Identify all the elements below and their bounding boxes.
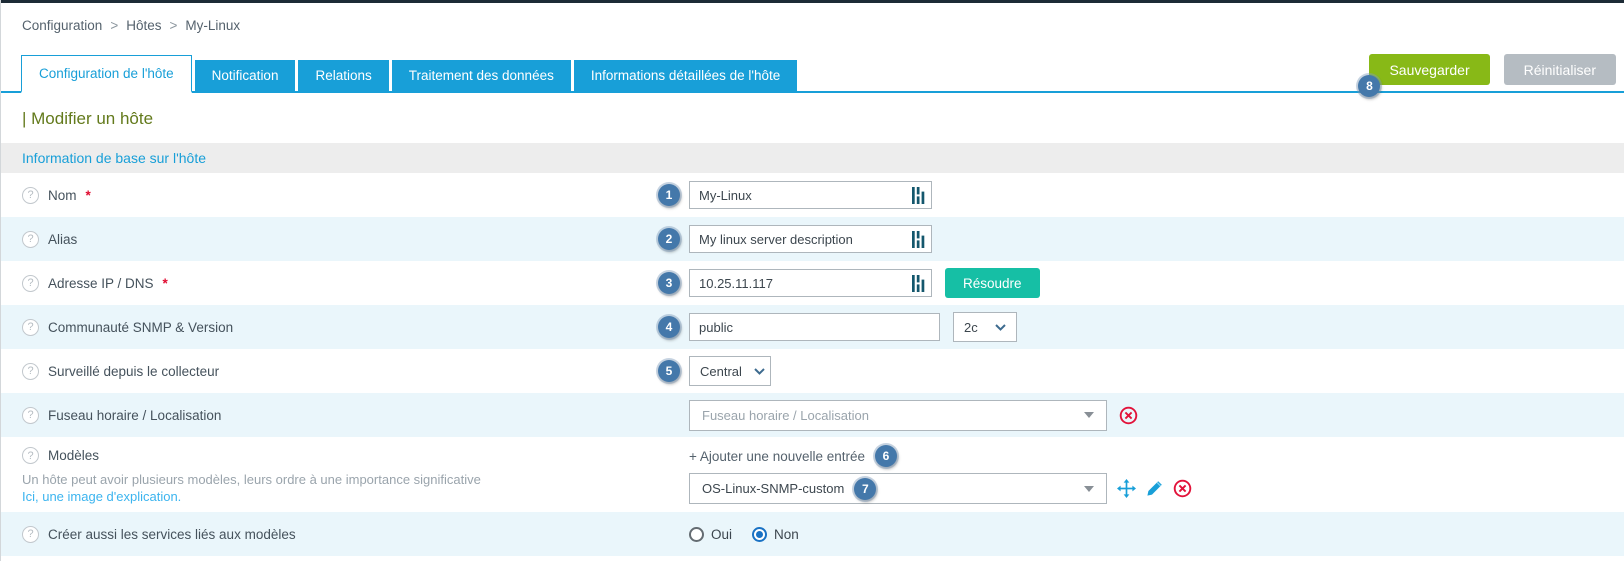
name-input[interactable]: [689, 181, 932, 209]
tabs: Configuration de l'hôte Notification Rel…: [21, 55, 1369, 91]
help-icon[interactable]: ?: [22, 526, 39, 543]
macro-wizard-icon[interactable]: [912, 275, 925, 292]
snmp-community-input[interactable]: [689, 313, 940, 341]
radio-yes-circle: [689, 527, 704, 542]
templates-help-link[interactable]: Ici, une image d'explication.: [22, 489, 641, 504]
help-icon[interactable]: ?: [22, 447, 39, 464]
form-row-create-services: ? Créer aussi les services liés aux modè…: [1, 512, 1624, 556]
create-services-radio-group: Oui Non: [689, 527, 799, 542]
step-badge-4: 4: [658, 316, 680, 338]
help-icon[interactable]: ?: [22, 407, 39, 424]
tab-notification[interactable]: Notification: [195, 60, 296, 91]
radio-yes[interactable]: Oui: [689, 527, 732, 542]
name-label: Nom: [48, 188, 77, 203]
dropdown-arrow-icon: [1084, 412, 1094, 418]
form-actions: Sauvegarder 8 Réinitialiser: [1369, 54, 1616, 91]
ip-address-input[interactable]: [689, 269, 932, 297]
help-icon[interactable]: ?: [22, 187, 39, 204]
breadcrumb: Configuration > Hôtes > My-Linux: [1, 3, 1624, 47]
breadcrumb-item-hosts[interactable]: Hôtes: [126, 18, 161, 33]
delete-template-icon[interactable]: [1173, 479, 1192, 498]
poller-value: Central: [700, 364, 742, 379]
radio-yes-label: Oui: [711, 527, 732, 542]
breadcrumb-separator: >: [110, 18, 118, 33]
chevron-down-icon: [754, 368, 765, 375]
move-template-icon[interactable]: [1117, 479, 1136, 498]
alias-input[interactable]: [689, 225, 932, 253]
step-badge-1: 1: [658, 184, 680, 206]
step-badge-5: 5: [658, 360, 680, 382]
save-button[interactable]: Sauvegarder: [1369, 54, 1489, 85]
poller-label: Surveillé depuis le collecteur: [48, 364, 219, 379]
tab-bar: Configuration de l'hôte Notification Rel…: [1, 47, 1624, 93]
edit-template-icon[interactable]: [1146, 480, 1163, 497]
resolve-button[interactable]: Résoudre: [945, 268, 1040, 298]
form-row-ip-address: ? Adresse IP / DNS * 3 Résoudre: [1, 261, 1624, 305]
template-select[interactable]: OS-Linux-SNMP-custom 7: [689, 473, 1107, 504]
dropdown-arrow-icon: [1084, 486, 1094, 492]
help-icon[interactable]: ?: [22, 363, 39, 380]
reset-button[interactable]: Réinitialiser: [1504, 54, 1616, 85]
radio-no-circle: [752, 527, 767, 542]
form-row-timezone: ? Fuseau horaire / Localisation Fuseau h…: [1, 393, 1624, 437]
template-value: OS-Linux-SNMP-custom: [702, 481, 844, 496]
tab-host-detailed-information[interactable]: Informations détaillées de l'hôte: [574, 60, 797, 91]
step-badge-6: 6: [875, 445, 897, 467]
required-asterisk: *: [86, 188, 91, 203]
host-configuration-page: Configuration > Hôtes > My-Linux Configu…: [0, 0, 1624, 561]
radio-no[interactable]: Non: [752, 527, 799, 542]
templates-label: Modèles: [48, 448, 99, 463]
form-row-snmp: ? Communauté SNMP & Version 4 2c: [1, 305, 1624, 349]
poller-select[interactable]: Central: [689, 356, 771, 386]
form-row-templates: ? Modèles Un hôte peut avoir plusieurs m…: [1, 437, 1624, 512]
timezone-select[interactable]: Fuseau horaire / Localisation: [689, 400, 1107, 431]
macro-wizard-icon[interactable]: [912, 231, 925, 248]
snmp-version-value: 2c: [964, 320, 978, 335]
chevron-down-icon: [995, 324, 1006, 331]
add-template-entry[interactable]: + Ajouter une nouvelle entrée 6: [689, 443, 1624, 469]
add-template-label: + Ajouter une nouvelle entrée: [689, 449, 865, 464]
tab-relations[interactable]: Relations: [298, 60, 388, 91]
alias-label: Alias: [48, 232, 77, 247]
macro-wizard-icon[interactable]: [912, 187, 925, 204]
section-header: Information de base sur l'hôte: [1, 143, 1624, 173]
ip-address-label: Adresse IP / DNS: [48, 276, 154, 291]
tab-data-processing[interactable]: Traitement des données: [392, 60, 571, 91]
form-row-name: ? Nom * 1: [1, 173, 1624, 217]
step-badge-2: 2: [658, 228, 680, 250]
breadcrumb-item-host-name[interactable]: My-Linux: [185, 18, 240, 33]
tab-host-configuration[interactable]: Configuration de l'hôte: [21, 55, 192, 93]
help-icon[interactable]: ?: [22, 275, 39, 292]
templates-help-text: Un hôte peut avoir plusieurs modèles, le…: [22, 471, 641, 489]
help-icon[interactable]: ?: [22, 319, 39, 336]
breadcrumb-separator: >: [169, 18, 177, 33]
timezone-placeholder: Fuseau horaire / Localisation: [702, 408, 869, 423]
help-icon[interactable]: ?: [22, 231, 39, 248]
form-row-alias: ? Alias 2: [1, 217, 1624, 261]
breadcrumb-item-configuration[interactable]: Configuration: [22, 18, 102, 33]
create-services-label: Créer aussi les services liés aux modèle…: [48, 527, 296, 542]
timezone-label: Fuseau horaire / Localisation: [48, 408, 221, 423]
form-row-poller: ? Surveillé depuis le collecteur 5 Centr…: [1, 349, 1624, 393]
clear-timezone-icon[interactable]: [1119, 406, 1138, 425]
required-asterisk: *: [163, 276, 168, 291]
page-title: | Modifier un hôte: [1, 93, 1624, 143]
snmp-label: Communauté SNMP & Version: [48, 320, 233, 335]
snmp-version-select[interactable]: 2c: [953, 312, 1017, 342]
radio-no-label: Non: [774, 527, 799, 542]
step-badge-3: 3: [658, 272, 680, 294]
step-badge-7: 7: [854, 478, 876, 500]
